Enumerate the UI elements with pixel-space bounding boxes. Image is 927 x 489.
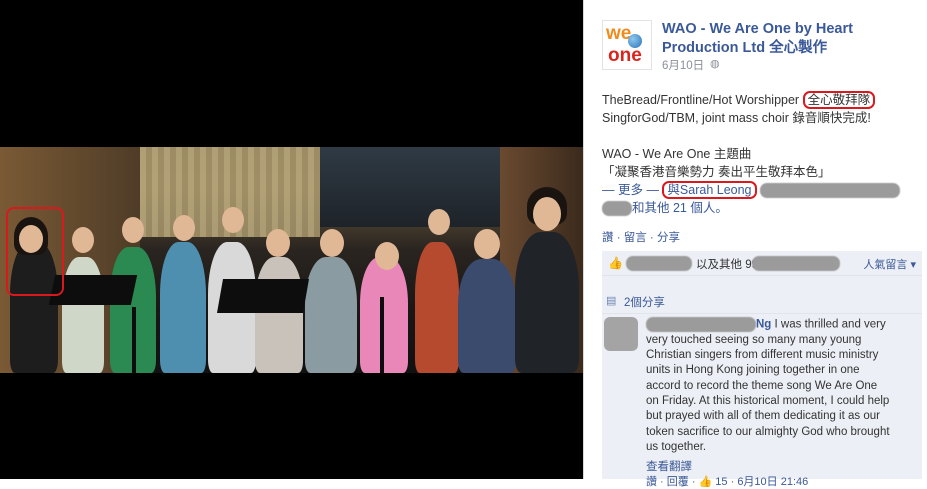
like-action[interactable]: 讚	[602, 232, 614, 244]
comment-line-8: token sacrifice to our almighty God who …	[646, 425, 890, 438]
shares-row: ▤ 2個分享	[602, 291, 922, 314]
post-sidebar: we one WAO - We Are One by Heart Product…	[583, 0, 927, 488]
music-stand	[217, 279, 309, 313]
comment-text-line1: I was thrilled and very	[771, 318, 886, 331]
share-action[interactable]: 分享	[657, 232, 680, 244]
share-icon: ▤	[606, 295, 617, 307]
music-stand	[380, 297, 384, 373]
singer-figure	[255, 257, 303, 373]
singer-figure	[360, 257, 408, 373]
singer-face	[533, 197, 561, 231]
shares-count-link[interactable]: 2個分享	[624, 294, 665, 310]
singer-figure	[415, 242, 459, 373]
globe-icon: ◍	[710, 58, 720, 70]
comment-line-1: Ng I was thrilled and very	[646, 317, 918, 333]
redacted-commenter-name	[646, 317, 756, 332]
singer-figure	[458, 259, 516, 373]
commenter-avatar[interactable]	[604, 317, 638, 351]
singer-face	[266, 229, 290, 257]
see-translation-link[interactable]: 查看翻譯	[646, 458, 692, 474]
comment-line-7: but prayed with all of them dedicating i…	[646, 410, 880, 423]
singer-figure	[515, 232, 579, 373]
page-avatar-logo[interactable]: we one	[602, 20, 652, 70]
singer-face	[222, 207, 244, 233]
singer-figure	[305, 257, 357, 373]
post-line-6: 和其他 21 個人。	[602, 199, 920, 217]
post-line-4: 「凝聚香港音樂勢力 奏出平生敬拜本色」	[602, 165, 831, 179]
others-tagged-link[interactable]: 和其他 21 個人。	[632, 201, 728, 215]
post-line-3: WAO - We Are One 主題曲	[602, 147, 752, 161]
comment-action[interactable]: 留言	[624, 232, 647, 244]
music-stand	[132, 307, 136, 373]
comment-line-3: Christian singers from different music m…	[646, 349, 879, 362]
singer-face	[173, 215, 195, 241]
engagement-box: 👍 以及其他 99 人都說讚。 人氣留言 ▾ ▤ 2個分享 Ng I was t…	[602, 251, 922, 488]
comment-line-6: on Friday. At this historical moment, I …	[646, 395, 890, 408]
page-name-line1[interactable]: WAO - We Are One by Heart	[662, 21, 853, 37]
studio-window	[320, 147, 500, 227]
post-line-1: TheBread/Frontline/Hot Worshipper 全心敬拜隊	[602, 91, 920, 109]
comment-meta[interactable]: 讚 · 回覆 · 👍 15 · 6月10日 21:46	[646, 473, 808, 489]
group-photo[interactable]	[0, 147, 583, 373]
singer-face	[428, 209, 450, 235]
page-name-link[interactable]: WAO - We Are One by Heart Production Ltd…	[662, 20, 902, 58]
likes-summary-row: 👍 以及其他 99 人都說讚。 人氣留言 ▾	[602, 251, 922, 276]
post-line-2: SingforGod/TBM, joint mass choir 錄音順快完成!	[602, 111, 871, 125]
tagged-person-sarah-leong[interactable]: 與Sarah Leong	[662, 181, 757, 199]
singer-face	[72, 227, 94, 253]
singer-face	[320, 229, 344, 257]
page-name-line2[interactable]: Production Ltd 全心製作	[662, 40, 827, 56]
singer-face	[375, 242, 399, 270]
highlighted-tag: 全心敬拜隊	[802, 91, 876, 109]
comment-line-4: units in Hong Kong joining together in o…	[646, 364, 860, 377]
singer-figure	[160, 242, 206, 373]
singer-face	[474, 229, 500, 259]
post-line-1-prefix: TheBread/Frontline/Hot Worshipper	[602, 93, 803, 107]
top-comments-dropdown[interactable]: 人氣留言 ▾	[863, 256, 916, 272]
comment-line-5: accord to record the theme song We Are O…	[646, 379, 878, 392]
highlight-box-face	[6, 207, 64, 296]
redacted-liker-name	[752, 256, 840, 271]
post-date[interactable]: 6月10日	[662, 57, 704, 73]
logo-one-text: one	[608, 45, 642, 66]
comment-body: Ng I was thrilled and very very touched …	[646, 317, 918, 455]
redacted-name	[602, 201, 632, 217]
comment-line-2: very touched seeing so many many young	[646, 333, 862, 346]
photo-viewer[interactable]	[0, 0, 583, 479]
thumbs-up-icon: 👍	[608, 256, 623, 270]
comment-line-9: us together.	[646, 440, 707, 453]
post-text: TheBread/Frontline/Hot Worshipper 全心敬拜隊 …	[602, 91, 920, 217]
post-line-5: — 更多 — 與Sarah Leong	[602, 181, 920, 199]
more-link[interactable]: — 更多 —	[602, 183, 662, 197]
post-actions: 讚 · 留言 · 分享	[602, 232, 680, 244]
redacted-name	[760, 183, 900, 199]
post-blank-line	[602, 127, 920, 145]
singer-face	[122, 217, 144, 243]
redacted-liker-name	[626, 256, 692, 271]
commenter-name-suffix[interactable]: Ng	[756, 319, 771, 331]
